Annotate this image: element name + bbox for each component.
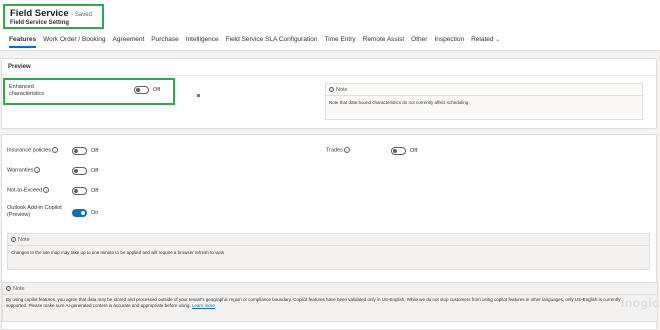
enhanced-characteristics-toggle[interactable] [134,86,149,94]
trades-label: Trades i [326,147,350,154]
form-subtitle: Field Service Setting [10,19,70,26]
toggle-knob [136,88,140,92]
note-header-text: Note [336,87,348,93]
tab-related[interactable]: Related ⌄ [471,36,500,48]
warranties-state: Off [91,168,99,174]
warranties-toggle[interactable] [72,167,87,175]
note-divider [3,294,657,295]
insurance-policies-text: Insurance policies [7,147,52,154]
insurance-policies-toggle[interactable] [72,147,87,155]
outlook-copilot-state: On [91,210,99,216]
copilot-note-body: By using copilot features, you agree tha… [6,297,621,308]
section-divider [2,75,656,76]
note-divider [326,95,642,96]
sitemap-note: i Note Changes to the site map may take u… [7,233,650,270]
tab-related-label: Related [471,36,494,43]
info-icon: i [329,87,334,93]
warranties-text: Warranties [7,167,34,174]
note-text: Note that date bound characteristics do … [329,100,470,105]
tab-other[interactable]: Other [411,36,427,48]
info-icon[interactable]: i [343,147,350,153]
not-to-exceed-state: Off [91,188,99,194]
tab-agreement[interactable]: Agreement [113,36,145,48]
tab-purchase[interactable]: Purchase [151,36,178,48]
tab-field-service-sla[interactable]: Field Service SLA Configuration [226,36,318,48]
chevron-down-icon: ⌄ [495,37,501,43]
section-title-preview: Preview [8,64,31,70]
trades-state: Off [410,148,418,154]
marker-dot [197,94,200,97]
tab-work-order-booking[interactable]: Work Order / Booking [43,36,105,48]
warranties-label: Warranties i [7,167,41,174]
tab-bar: Features Work Order / Booking Agreement … [9,36,500,48]
preview-note: i Note Note that date bound characteristi… [325,83,643,120]
sitemap-note-text: Changes to the site map may take up to o… [11,250,225,255]
copilot-note-text: By using copilot features, you agree tha… [6,297,636,309]
tab-time-entry[interactable]: Time Entry [324,36,355,48]
tab-inspection[interactable]: Inspection [434,36,464,48]
toggle-knob [393,149,397,153]
info-icon: i [6,286,11,292]
not-to-exceed-label: Not-to-Exceed i [7,187,50,194]
enhanced-characteristics-highlight: Enhanced characteristics Off [3,78,175,105]
note-header: i Note [329,87,348,93]
info-icon[interactable]: i [34,167,41,173]
enhanced-characteristics-label: Enhanced characteristics [9,84,45,97]
insurance-policies-label: Insurance policies i [7,147,59,154]
toggle-knob [74,189,78,193]
save-status: - Saved [71,12,92,18]
form-header: Field Service - Saved Field Service Sett… [0,0,660,51]
toggle-knob [74,169,78,173]
trades-toggle[interactable] [391,147,406,155]
insurance-policies-state: Off [91,148,99,154]
note-divider [8,245,649,246]
note-header: i Note [6,286,25,292]
toggle-knob [74,149,78,153]
note-header-text: Note [18,237,30,243]
page-title-text: Field Service [10,8,69,19]
info-icon: i [11,237,16,243]
title-highlight: Field Service - Saved Field Service Sett… [3,4,104,29]
not-to-exceed-text: Not-to-Exceed [7,187,43,194]
info-icon[interactable]: i [43,187,50,193]
inogic-logo: inogic [621,296,660,310]
trades-text: Trades [326,147,343,154]
tab-features[interactable]: Features [9,36,37,48]
learn-more-link[interactable]: Learn more [192,303,215,308]
toggle-knob [81,211,85,215]
note-header: i Note [11,237,30,243]
not-to-exceed-toggle[interactable] [72,187,87,195]
tab-remote-assist[interactable]: Remote Assist [363,36,405,48]
outlook-copilot-label: Outlook Add-in Copilot (Preview) [7,205,62,218]
outlook-copilot-toggle[interactable] [72,209,87,217]
copilot-note: i Note By using copilot features, you agr… [2,282,658,322]
note-header-text: Note [13,286,25,292]
tab-intelligence[interactable]: Intelligence [186,36,219,48]
info-icon[interactable]: i [52,147,59,153]
page-title: Field Service - Saved [10,8,92,19]
enhanced-characteristics-state: Off [153,87,161,93]
